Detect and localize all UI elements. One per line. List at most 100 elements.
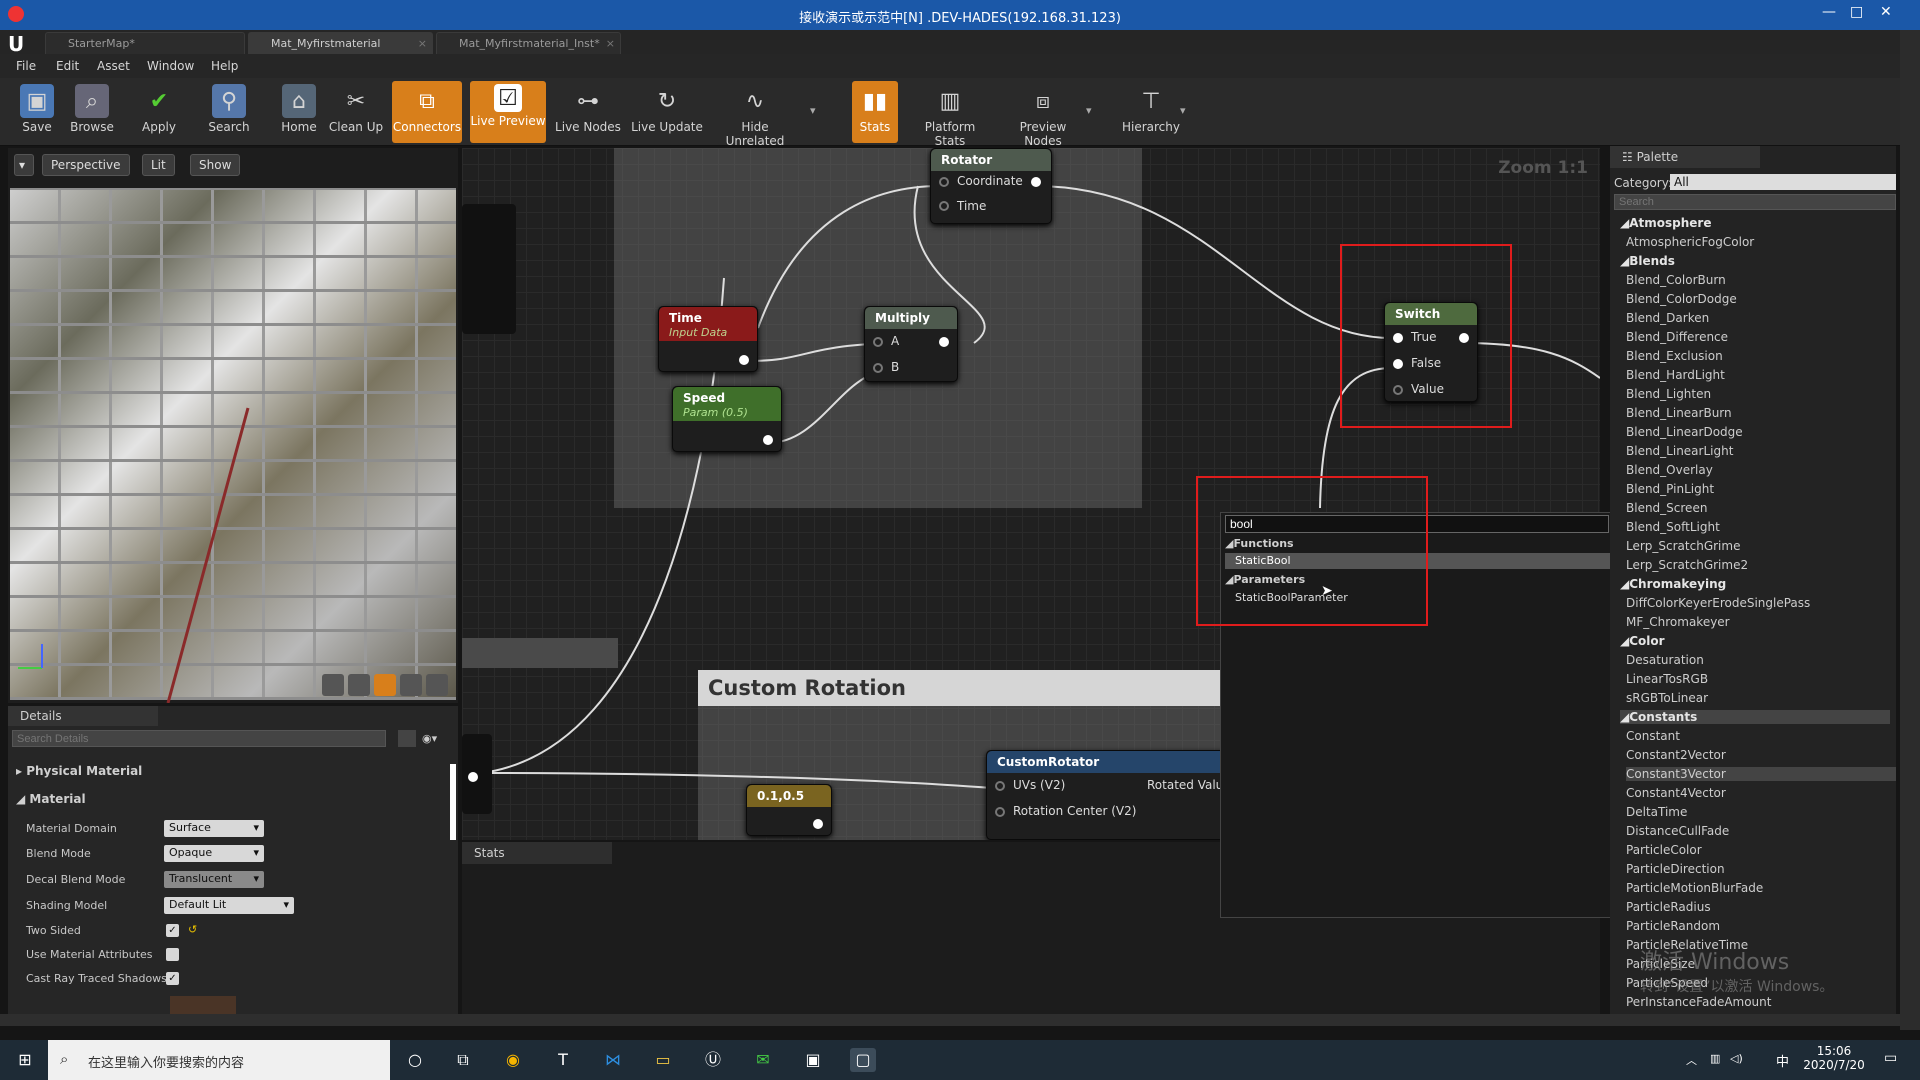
palette-item[interactable]: DistanceCullFade <box>1626 824 1729 838</box>
palette-item[interactable]: sRGBToLinear <box>1626 691 1708 705</box>
input-pin[interactable] <box>873 337 883 347</box>
palette-category[interactable]: ◢Blends <box>1620 254 1675 268</box>
taskbar-search-box[interactable]: ⌕ 在这里输入你要搜索的内容 <box>48 1040 390 1080</box>
palette-item[interactable]: Blend_Screen <box>1626 501 1707 515</box>
chevron-down-icon[interactable]: ▾ <box>810 104 816 117</box>
volume-icon[interactable]: ◁) <box>1730 1052 1743 1065</box>
cleanup-button[interactable]: ✂ Clean Up <box>326 81 386 143</box>
palette-item[interactable]: Blend_LinearDodge <box>1626 425 1743 439</box>
palette-tab[interactable]: ☷ Palette <box>1610 146 1760 168</box>
file-explorer-icon[interactable]: ▭ <box>650 1048 676 1072</box>
palette-item[interactable]: MF_Chromakeyer <box>1626 615 1730 629</box>
apply-button[interactable]: ✔ Apply <box>136 81 182 143</box>
chevron-down-icon[interactable]: ▾ <box>1180 104 1186 117</box>
details-scrollbar[interactable] <box>450 764 456 840</box>
unreal-engine-icon[interactable]: Ⓤ <box>700 1048 726 1072</box>
palette-item[interactable]: Constant <box>1626 729 1680 743</box>
palette-item[interactable]: DeltaTime <box>1626 805 1687 819</box>
palette-item[interactable]: ParticleRadius <box>1626 900 1711 914</box>
cube-shape-icon[interactable] <box>400 674 422 696</box>
live-update-button[interactable]: ↻ Live Update <box>630 81 704 143</box>
save-button[interactable]: ▣ Save <box>14 81 60 143</box>
palette-item[interactable]: Blend_Exclusion <box>1626 349 1723 363</box>
tab-starter-map[interactable]: StarterMap* <box>45 32 245 54</box>
palette-item[interactable]: Blend_HardLight <box>1626 368 1725 382</box>
constant-vector-node[interactable]: 0.1,0.5 <box>746 784 832 836</box>
palette-item[interactable]: ParticleRandom <box>1626 919 1720 933</box>
palette-item[interactable]: Blend_LinearLight <box>1626 444 1733 458</box>
input-pin[interactable] <box>873 363 883 373</box>
output-pin[interactable] <box>468 772 478 782</box>
palette-category[interactable]: ◢Constants <box>1620 710 1890 724</box>
typora-icon[interactable]: T <box>550 1048 576 1072</box>
palette-item[interactable]: Blend_Overlay <box>1626 463 1713 477</box>
output-pin[interactable] <box>813 819 823 829</box>
windows-start-icon[interactable]: ⊞ <box>12 1048 38 1072</box>
section-physical-material[interactable]: ▸ Physical Material <box>16 764 142 778</box>
clock[interactable]: 15:06 2020/7/20 <box>1800 1044 1868 1072</box>
task-view-icon[interactable]: ⧉ <box>450 1048 476 1072</box>
live-preview-button[interactable]: ☑ Live Preview <box>470 81 546 143</box>
cylinder-shape-icon[interactable] <box>322 674 344 696</box>
palette-item[interactable]: Blend_Lighten <box>1626 387 1711 401</box>
input-pin[interactable] <box>995 781 1005 791</box>
sphere-shape-icon[interactable] <box>348 674 370 696</box>
stats-tab[interactable]: Stats <box>462 842 612 864</box>
details-search-input[interactable] <box>12 730 386 747</box>
menu-edit[interactable]: Edit <box>56 59 79 73</box>
palette-item[interactable]: Constant2Vector <box>1626 748 1726 762</box>
eye-icon[interactable]: ◉▾ <box>422 732 437 745</box>
palette-category[interactable]: ◢Chromakeying <box>1620 577 1726 591</box>
palette-item[interactable]: Blend_ColorBurn <box>1626 273 1726 287</box>
search-button[interactable]: ⚲ Search <box>204 81 254 143</box>
close-icon[interactable]: ✕ <box>1880 4 1892 20</box>
platform-stats-button[interactable]: ▥ Platform Stats <box>908 81 992 149</box>
input-pin[interactable] <box>995 807 1005 817</box>
palette-item[interactable]: Blend_PinLight <box>1626 482 1714 496</box>
plane-shape-icon[interactable] <box>374 674 396 696</box>
palette-item[interactable]: Lerp_ScratchGrime2 <box>1626 558 1748 572</box>
speed-node[interactable]: Speed Param (0.5) <box>672 386 782 452</box>
palette-item[interactable]: Blend_Difference <box>1626 330 1728 344</box>
palette-item[interactable]: ParticleDirection <box>1626 862 1725 876</box>
preview-viewport[interactable]: ▾ Perspective Lit Show <box>8 148 458 703</box>
tab-close-icon[interactable]: × <box>418 37 427 50</box>
graph-node-partial[interactable] <box>462 734 492 814</box>
palette-item[interactable]: LinearTosRGB <box>1626 672 1708 686</box>
preview-nodes-button[interactable]: ⧈ Preview Nodes <box>1000 81 1086 149</box>
palette-item[interactable]: DiffColorKeyerErodeSinglePass <box>1626 596 1810 610</box>
material-domain-select[interactable]: Surface ▾ <box>164 820 264 837</box>
maximize-icon[interactable]: □ <box>1850 4 1863 20</box>
teapot-shape-icon[interactable] <box>426 674 448 696</box>
input-pin[interactable] <box>939 201 949 211</box>
category-select[interactable]: All <box>1670 174 1896 190</box>
palette-item[interactable]: ParticleMotionBlurFade <box>1626 881 1763 895</box>
cast-ray-traced-shadows-checkbox[interactable]: ✓ <box>166 972 179 985</box>
palette-item[interactable]: Blend_Darken <box>1626 311 1709 325</box>
multiply-node[interactable]: Multiply A B <box>864 306 958 382</box>
output-pin[interactable] <box>1031 177 1041 187</box>
minimize-icon[interactable]: — <box>1822 4 1836 20</box>
browse-button[interactable]: ⌕ Browse <box>66 81 118 143</box>
palette-item[interactable]: Blend_SoftLight <box>1626 520 1720 534</box>
shading-model-select[interactable]: Default Lit ▾ <box>164 897 294 914</box>
tray-chevron-icon[interactable]: ︿ <box>1686 1052 1697 1068</box>
palette-item[interactable]: Blend_LinearBurn <box>1626 406 1732 420</box>
menu-asset[interactable]: Asset <box>97 59 130 73</box>
section-material[interactable]: ◢ Material <box>16 792 86 806</box>
output-pin[interactable] <box>939 337 949 347</box>
horizontal-scrollbar[interactable] <box>0 1014 1900 1026</box>
palette-item[interactable]: Blend_ColorDodge <box>1626 292 1737 306</box>
palette-item[interactable]: Lerp_ScratchGrime <box>1626 539 1740 553</box>
photos-icon[interactable]: ▣ <box>800 1048 826 1072</box>
network-icon[interactable]: ▥ <box>1710 1052 1720 1065</box>
output-pin[interactable] <box>763 435 773 445</box>
rotator-node[interactable]: Rotator Coordinate Time <box>930 148 1052 224</box>
hierarchy-button[interactable]: ⊤ Hierarchy <box>1120 81 1182 143</box>
live-nodes-button[interactable]: ⊶ Live Nodes <box>554 81 622 143</box>
vscode-icon[interactable]: ⋈ <box>600 1048 626 1072</box>
palette-item[interactable]: ParticleColor <box>1626 843 1702 857</box>
time-node[interactable]: Time Input Data <box>658 306 758 372</box>
cortana-icon[interactable]: ○ <box>402 1048 428 1072</box>
home-button[interactable]: ⌂ Home <box>276 81 322 143</box>
